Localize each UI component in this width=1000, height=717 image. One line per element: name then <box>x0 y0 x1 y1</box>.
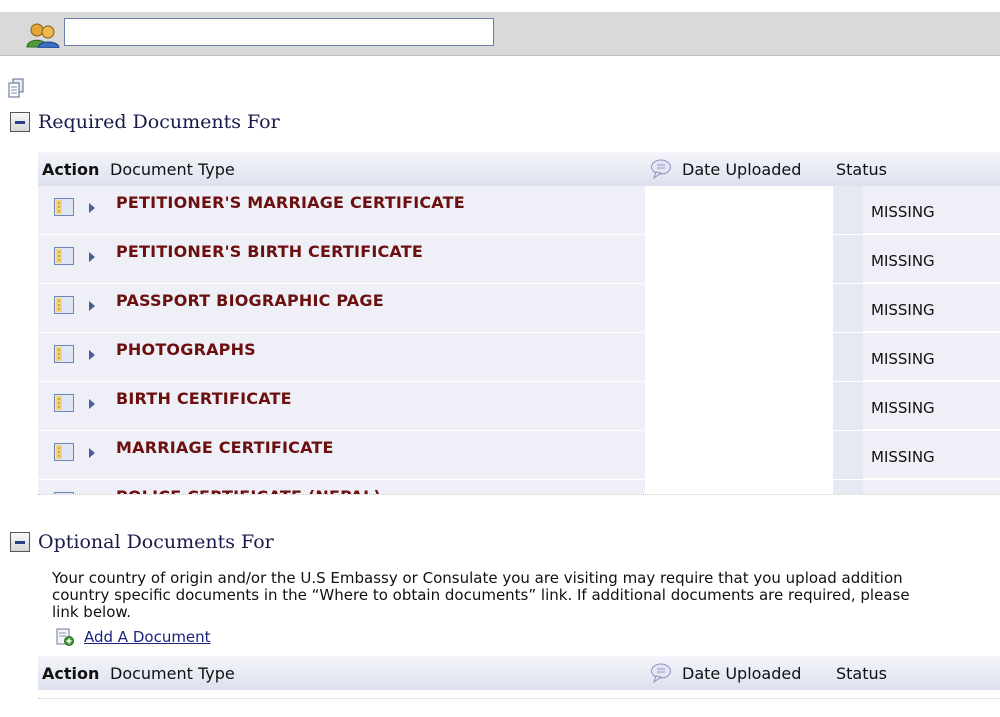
expand-arrow-icon[interactable] <box>88 202 96 214</box>
status-cell: MISSING <box>863 284 1000 332</box>
date-uploaded-cell <box>645 431 833 480</box>
document-details-icon[interactable] <box>54 345 74 363</box>
top-toolbar <box>0 12 1000 56</box>
status-cell: MISSING <box>863 382 1000 430</box>
document-details-icon[interactable] <box>54 492 74 495</box>
column-header-action: Action <box>42 663 100 683</box>
search-input[interactable] <box>64 18 494 46</box>
document-details-icon[interactable] <box>54 296 74 314</box>
table-row: MISSING MARRIAGE CERTIFICATE <box>38 431 1000 480</box>
date-uploaded-cell <box>645 284 833 333</box>
required-section-header: Required Documents For <box>10 110 280 134</box>
status-cell <box>863 480 1000 494</box>
document-details-icon[interactable] <box>54 443 74 461</box>
required-documents-table: MISSING PETITIONER'S MARRIAGE CERTIFICAT… <box>38 186 1000 495</box>
column-header-document-type[interactable]: Document Type <box>110 152 235 186</box>
add-document-button[interactable]: Add A Document <box>56 628 211 646</box>
column-header-action: Action <box>42 159 100 179</box>
collapse-minus-icon[interactable] <box>10 112 30 132</box>
table-row: MISSING PETITIONER'S BIRTH CERTIFICATE <box>38 235 1000 284</box>
column-header-document-type[interactable]: Document Type <box>110 656 235 690</box>
status-cell: MISSING <box>863 186 1000 234</box>
collapse-minus-icon[interactable] <box>10 532 30 552</box>
optional-section-title: Optional Documents For <box>38 531 274 553</box>
date-uploaded-cell <box>645 382 833 431</box>
document-type-link[interactable]: POLICE CERTIFICATE (NEPAL) <box>116 487 381 494</box>
add-document-link[interactable]: Add A Document <box>84 628 211 646</box>
document-type-link[interactable]: PETITIONER'S MARRIAGE CERTIFICATE <box>116 193 465 212</box>
column-header-date-uploaded[interactable]: Date Uploaded <box>682 152 801 186</box>
document-type-link[interactable]: PASSPORT BIOGRAPHIC PAGE <box>116 291 384 310</box>
date-uploaded-cell <box>645 235 833 284</box>
status-cell: MISSING <box>863 333 1000 381</box>
copy-document-icon[interactable] <box>8 78 24 98</box>
status-cell: MISSING <box>863 235 1000 283</box>
optional-grid-header: Action Document Type Date Uploaded Statu… <box>38 656 1000 690</box>
optional-description: Your country of origin and/or the U.S Em… <box>52 570 1000 621</box>
document-type-link[interactable]: BIRTH CERTIFICATE <box>116 389 292 408</box>
description-line: Your country of origin and/or the U.S Em… <box>52 570 903 587</box>
table-row: POLICE CERTIFICATE (NEPAL) <box>38 480 1000 495</box>
description-line: link below. <box>52 603 132 621</box>
date-uploaded-cell <box>645 186 833 235</box>
required-grid-header: Action Document Type Date Uploaded Statu… <box>38 152 1000 186</box>
required-section-title: Required Documents For <box>38 111 280 133</box>
expand-arrow-icon[interactable] <box>88 251 96 263</box>
table-row: MISSING PASSPORT BIOGRAPHIC PAGE <box>38 284 1000 333</box>
table-divider <box>38 698 1000 699</box>
table-row: MISSING PETITIONER'S MARRIAGE CERTIFICAT… <box>38 186 1000 235</box>
column-header-date-uploaded[interactable]: Date Uploaded <box>682 656 801 690</box>
expand-arrow-icon[interactable] <box>88 447 96 459</box>
status-cell: MISSING <box>863 431 1000 479</box>
description-line: country specific documents in the “Where… <box>52 586 910 604</box>
column-header-status[interactable]: Status <box>836 656 887 690</box>
users-icon[interactable] <box>26 22 60 48</box>
document-details-icon[interactable] <box>54 198 74 216</box>
document-details-icon[interactable] <box>54 394 74 412</box>
add-document-icon <box>56 628 74 646</box>
document-type-link[interactable]: PHOTOGRAPHS <box>116 340 256 359</box>
optional-section-header: Optional Documents For <box>10 530 274 554</box>
document-details-icon[interactable] <box>54 247 74 265</box>
column-header-status[interactable]: Status <box>836 152 887 186</box>
comment-bubble-icon <box>650 656 672 690</box>
document-type-link[interactable]: MARRIAGE CERTIFICATE <box>116 438 334 457</box>
expand-arrow-icon[interactable] <box>88 398 96 410</box>
date-uploaded-cell <box>645 480 833 494</box>
table-row: MISSING BIRTH CERTIFICATE <box>38 382 1000 431</box>
expand-arrow-icon[interactable] <box>88 349 96 361</box>
expand-arrow-icon[interactable] <box>88 300 96 312</box>
table-row: MISSING PHOTOGRAPHS <box>38 333 1000 382</box>
document-type-link[interactable]: PETITIONER'S BIRTH CERTIFICATE <box>116 242 423 261</box>
comment-bubble-icon <box>650 152 672 186</box>
date-uploaded-cell <box>645 333 833 382</box>
